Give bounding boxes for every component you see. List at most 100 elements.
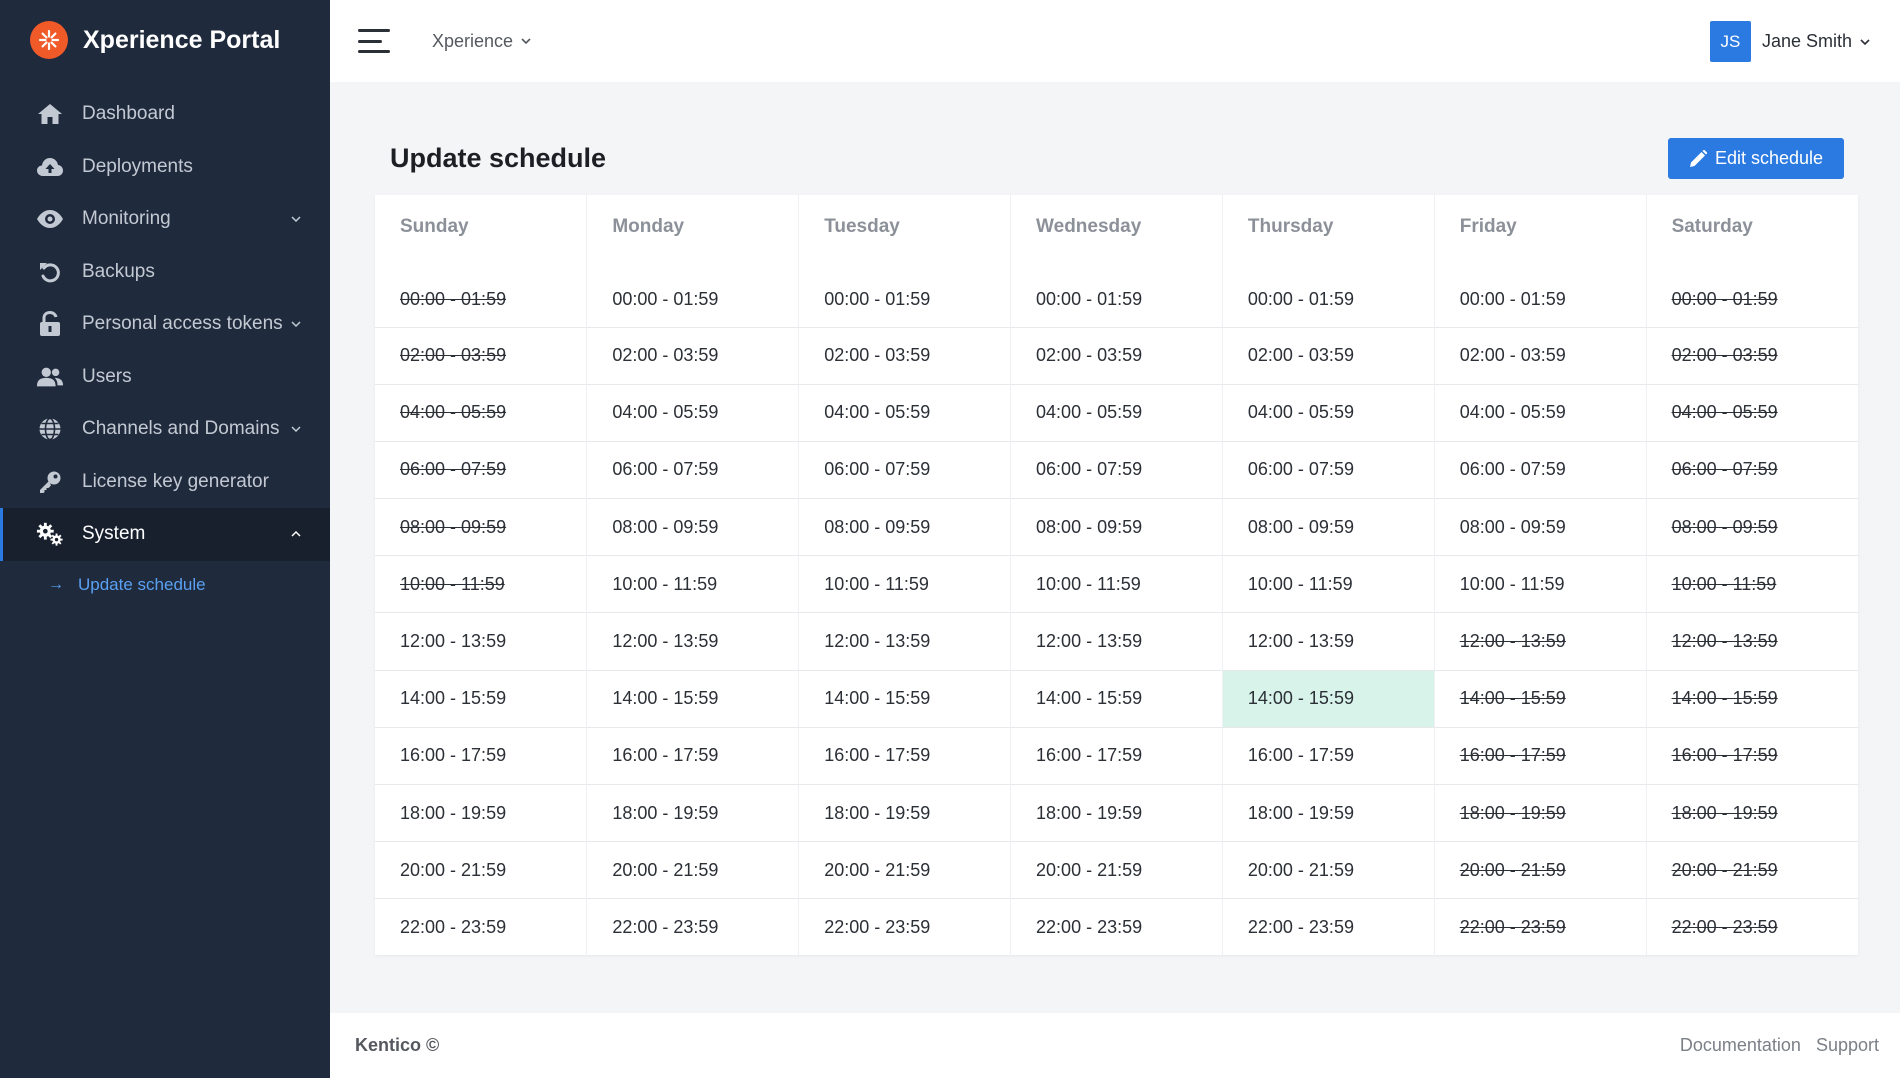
schedule-cell: 00:00 - 01:59 (1010, 258, 1223, 327)
sidebar-item-label: System (82, 523, 146, 545)
schedule-cell: 06:00 - 07:59 (1646, 440, 1858, 499)
top-header: Xperience JS Jane Smith (330, 0, 1900, 82)
schedule-cell: 20:00 - 21:59 (1222, 841, 1435, 899)
schedule-cell: 22:00 - 23:59 (1010, 898, 1223, 957)
sidebar-item-dashboard[interactable]: Dashboard (0, 88, 330, 141)
schedule-cell: 18:00 - 19:59 (1222, 783, 1435, 842)
sidebar-item-license-key-generator[interactable]: License key generator (0, 456, 330, 509)
schedule-cell: 10:00 - 11:59 (1222, 555, 1435, 613)
schedule-cell: 12:00 - 13:59 (375, 612, 588, 671)
schedule-cell: 20:00 - 21:59 (1646, 841, 1858, 899)
project-selector[interactable]: Xperience (432, 31, 531, 52)
sidebar: Xperience Portal Dashboard Deployments M… (0, 0, 330, 1078)
sidebar-item-backups[interactable]: Backups (0, 246, 330, 299)
schedule-cell: 06:00 - 07:59 (586, 440, 800, 499)
schedule-body: 00:00 - 01:59 00:00 - 01:59 00:00 - 01:59 0… (375, 258, 1858, 957)
sidebar-item-monitoring[interactable]: Monitoring (0, 193, 330, 246)
table-row: 18:00 - 19:59 18:00 - 19:59 18:00 - 19:59 1… (375, 783, 1858, 842)
schedule-cell: 18:00 - 19:59 (1434, 783, 1647, 842)
schedule-cell: 10:00 - 11:59 (375, 555, 588, 613)
table-row: 10:00 - 11:59 10:00 - 11:59 10:00 - 11:59 1… (375, 555, 1858, 613)
schedule-cell: 08:00 - 09:59 (1646, 498, 1858, 556)
day-header-saturday: Saturday (1671, 215, 1753, 237)
globe-icon (36, 415, 64, 443)
schedule-cell: 12:00 - 13:59 (1434, 612, 1647, 671)
schedule-cell: 02:00 - 03:59 (375, 326, 588, 385)
avatar: JS (1709, 21, 1751, 62)
support-link[interactable]: Support (1816, 1035, 1879, 1056)
schedule-cell: 10:00 - 11:59 (586, 555, 800, 613)
schedule-cell: 08:00 - 09:59 (375, 498, 588, 556)
schedule-cell: 18:00 - 19:59 (586, 783, 800, 842)
footer: Kentico © Documentation Support (330, 1013, 1900, 1078)
schedule-cell: 22:00 - 23:59 (1222, 898, 1435, 957)
schedule-cell: 06:00 - 07:59 (1010, 440, 1223, 499)
table-row: 12:00 - 13:59 12:00 - 13:59 12:00 - 13:59 1… (375, 612, 1858, 671)
schedule-cell: 14:00 - 15:59 (586, 669, 800, 728)
documentation-link[interactable]: Documentation (1680, 1035, 1801, 1056)
schedule-cell: 10:00 - 11:59 (1434, 555, 1647, 613)
page-title: Update schedule (390, 143, 607, 173)
schedule-cell: 04:00 - 05:59 (1646, 383, 1858, 442)
gears-icon (36, 520, 64, 548)
day-header-tuesday: Tuesday (798, 195, 1012, 258)
schedule-cell: 00:00 - 01:59 (1222, 258, 1435, 327)
schedule-cell: 08:00 - 09:59 (1434, 498, 1647, 556)
schedule-cell: 12:00 - 13:59 (1646, 612, 1858, 671)
schedule-cell: 12:00 - 13:59 (798, 612, 1012, 671)
app-title: Xperience Portal (83, 25, 281, 54)
sidebar-item-users[interactable]: Users (0, 351, 330, 404)
schedule-cell: 08:00 - 09:59 (1222, 498, 1435, 556)
schedule-cell: 22:00 - 23:59 (375, 898, 588, 957)
schedule-cell: 04:00 - 05:59 (586, 383, 800, 442)
schedule-cell: 02:00 - 03:59 (1222, 326, 1435, 385)
sidebar-item-label: Personal access tokens (82, 313, 283, 335)
chevron-down-icon (290, 318, 302, 330)
sidebar-subitem-update-schedule[interactable]: → Update schedule (0, 561, 330, 609)
schedule-table-card: Sunday Monday Tuesday Wednesday Thursday Frid… (375, 195, 1858, 957)
key-icon (36, 468, 64, 496)
sidebar-item-system[interactable]: System (0, 508, 330, 561)
brand[interactable]: Xperience Portal (0, 0, 330, 80)
schedule-cell: 16:00 - 17:59 (1010, 726, 1223, 785)
schedule-cell: 20:00 - 21:59 (586, 841, 800, 899)
pencil-icon (1689, 149, 1707, 168)
schedule-cell: 22:00 - 23:59 (1434, 898, 1647, 957)
schedule-cell: 18:00 - 19:59 (1646, 783, 1858, 842)
schedule-cell: 22:00 - 23:59 (798, 898, 1012, 957)
schedule-cell: 22:00 - 23:59 (586, 898, 800, 957)
menu-toggle-icon[interactable] (358, 29, 390, 53)
schedule-cell: 12:00 - 13:59 (586, 612, 800, 671)
chevron-down-icon (290, 213, 302, 225)
project-name: Xperience (432, 30, 514, 51)
schedule-cell: 04:00 - 05:59 (1434, 383, 1647, 442)
schedule-cell: 02:00 - 03:59 (1434, 326, 1647, 385)
sidebar-item-personal-access-tokens[interactable]: Personal access tokens (0, 298, 330, 351)
table-row: 08:00 - 09:59 08:00 - 09:59 08:00 - 09:59 0… (375, 498, 1858, 556)
edit-schedule-button[interactable]: Edit schedule (1668, 138, 1844, 179)
lock-icon (36, 310, 64, 338)
sidebar-item-channels-and-domains[interactable]: Channels and Domains (0, 403, 330, 456)
sidebar-item-deployments[interactable]: Deployments (0, 141, 330, 194)
table-row: 16:00 - 17:59 16:00 - 17:59 16:00 - 17:59 1… (375, 726, 1858, 785)
user-menu[interactable]: JS Jane Smith (1709, 21, 1870, 62)
schedule-cell: 06:00 - 07:59 (1434, 440, 1647, 499)
day-header-friday: Friday (1434, 195, 1647, 258)
schedule-cell-current: 14:00 - 15:59 (1222, 669, 1435, 728)
schedule-cell: 14:00 - 15:59 (375, 669, 588, 728)
schedule-cell: 06:00 - 07:59 (1222, 440, 1435, 499)
schedule-cell: 08:00 - 09:59 (798, 498, 1012, 556)
schedule-cell: 14:00 - 15:59 (1646, 669, 1858, 728)
schedule-cell: 04:00 - 05:59 (798, 383, 1012, 442)
schedule-cell: 16:00 - 17:59 (1434, 726, 1647, 785)
schedule-cell: 00:00 - 01:59 (586, 258, 800, 327)
sidebar-item-label: Backups (82, 260, 155, 282)
undo-icon (36, 258, 64, 286)
sidebar-subitem-label: Update schedule (78, 574, 206, 594)
day-header-wednesday: Wednesday (1010, 195, 1223, 258)
users-icon (36, 363, 64, 391)
schedule-cell: 14:00 - 15:59 (798, 669, 1012, 728)
schedule-cell: 16:00 - 17:59 (375, 726, 588, 785)
home-icon (36, 100, 64, 128)
schedule-cell: 00:00 - 01:59 (798, 258, 1012, 327)
